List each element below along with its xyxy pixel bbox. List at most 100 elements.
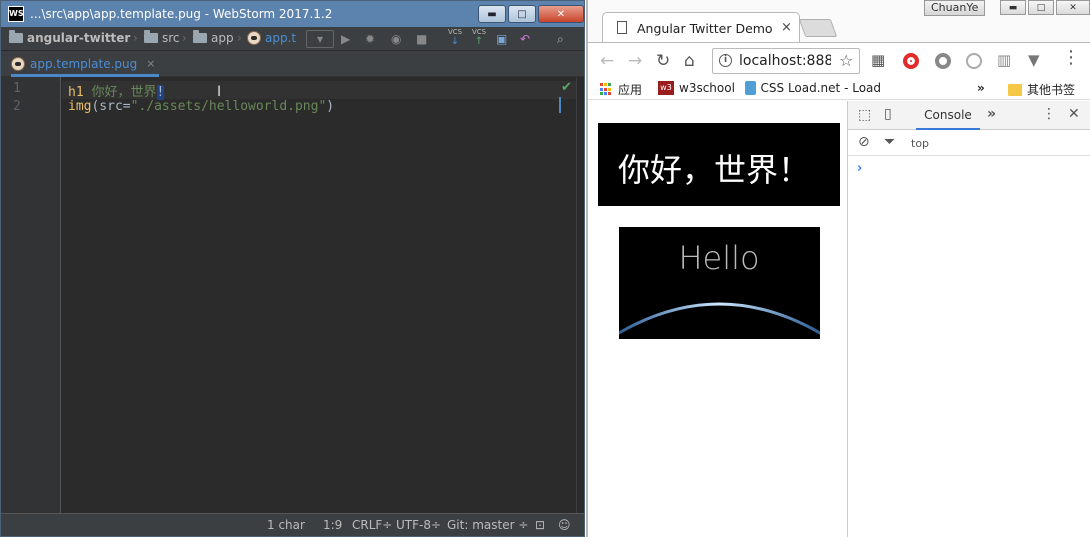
maximize-button[interactable]: □ (1028, 0, 1054, 15)
apps-grid-icon (600, 83, 613, 96)
close-button[interactable]: ✕ (538, 5, 584, 23)
bookmark-cssload[interactable]: CSS Load.net - Load (745, 81, 881, 95)
vue-devtools-icon[interactable]: ▼ (1028, 51, 1040, 69)
devtools-close-icon[interactable]: ✕ (1068, 106, 1080, 122)
devtools-panel: ⬚ ▯ Console » ⋮ ✕ ⊘ ⏷ top › (847, 101, 1090, 537)
tab-app-template-pug[interactable]: app.template.pug × (11, 55, 160, 77)
hello-text: Hello (678, 239, 759, 277)
code-line-1[interactable]: h1 你好，世界! (68, 81, 165, 100)
bookmark-other-folder[interactable]: 其他书签 (1008, 81, 1075, 98)
bookmark-star-icon[interactable]: ☆ (839, 51, 853, 70)
search-icon[interactable]: ⌕ (557, 30, 564, 48)
home-icon[interactable]: ⌂ (684, 51, 695, 71)
close-button[interactable]: ✕ (1056, 0, 1090, 15)
maximize-button[interactable]: □ (508, 5, 536, 23)
new-tab-button[interactable] (798, 19, 838, 37)
chrome-toolbar: ← → ↻ ⌂ i localhost:8888 ☆ ▦ ▥ ▼ ⋮ (588, 42, 1090, 78)
tab-title: Angular Twitter Demo (637, 21, 773, 36)
scroll-marker (559, 97, 561, 113)
chrome-window-controls: ▬ □ ✕ (1000, 0, 1090, 15)
bookmark-apps[interactable]: 应用 (600, 81, 642, 98)
breadcrumb-app[interactable]: app (193, 30, 234, 45)
clear-console-icon[interactable]: ⊘ (858, 134, 870, 150)
opera-extension-icon[interactable] (903, 53, 919, 69)
caret-position[interactable]: 1:9 (323, 518, 342, 532)
folder-icon (1008, 83, 1022, 96)
devtools-more-tabs[interactable]: » (987, 106, 996, 122)
line-number: 2 (13, 99, 21, 114)
w3school-icon: w3 (658, 81, 674, 95)
helloworld-graphic: Hello (619, 227, 820, 339)
reload-icon[interactable]: ↻ (656, 51, 670, 71)
inspector-icon[interactable]: ☺ (558, 518, 571, 532)
tab-close-icon[interactable]: × (146, 57, 155, 70)
status-bar: 1 char 1:9 CRLF÷ UTF-8÷ Git: master ÷ ⊡ … (1, 513, 584, 536)
back-icon[interactable]: ← (600, 51, 614, 71)
text-cursor-icon: I (217, 84, 222, 100)
stop-icon[interactable]: ■ (416, 30, 427, 48)
filter-icon[interactable]: ⏷ (884, 134, 895, 150)
extension-panel-icon[interactable]: ▥ (997, 51, 1011, 69)
minimize-button[interactable]: ▬ (478, 5, 506, 23)
page-heading-box: 你好，世界！ (598, 123, 840, 206)
run-icon[interactable]: ▶ (341, 30, 350, 48)
editor-scrollbar[interactable] (576, 77, 584, 513)
revert-icon[interactable]: ↶ (520, 30, 530, 48)
info-icon[interactable]: i (719, 54, 732, 67)
devtools-menu-icon[interactable]: ⋮ (1042, 106, 1056, 122)
page-viewport: 你好，世界！ Hello (588, 101, 847, 537)
breadcrumb-src[interactable]: src (144, 30, 180, 45)
console-toolbar: ⊘ ⏷ top (848, 130, 1090, 156)
pug-file-icon (11, 56, 25, 71)
breadcrumb-separator: › (182, 31, 187, 45)
minimize-button[interactable]: ▬ (1000, 0, 1026, 15)
line-separator[interactable]: CRLF÷ (352, 518, 392, 532)
folder-icon (193, 30, 207, 43)
editor-tabs: app.template.pug × (1, 51, 584, 77)
inspect-element-icon[interactable]: ⬚ (858, 107, 871, 123)
tab-close-icon[interactable]: × (781, 20, 792, 35)
file-encoding[interactable]: UTF-8÷ (396, 518, 441, 532)
webstorm-logo: WS (8, 6, 24, 22)
coverage-icon[interactable]: ◉ (391, 30, 401, 48)
profile-button[interactable]: ChuanYe (924, 0, 986, 16)
folder-icon (144, 30, 158, 43)
vcs-commit-icon[interactable]: VCS ↑ (470, 28, 488, 48)
git-branch[interactable]: Git: master ÷ (447, 518, 528, 532)
devtools-tabbar: ⬚ ▯ Console » ⋮ ✕ (848, 101, 1090, 130)
vcs-update-icon[interactable]: VCS ↓ (446, 28, 464, 48)
page-icon (617, 21, 627, 34)
console-prompt[interactable]: › (857, 161, 862, 176)
qr-code-icon[interactable]: ▦ (871, 51, 885, 69)
bookmarks-overflow-button[interactable]: » (977, 81, 985, 95)
bookmark-w3school[interactable]: w3 w3school (658, 81, 735, 95)
lock-icon[interactable]: ⊡ (535, 518, 545, 532)
bookmarks-bar: 应用 w3 w3school CSS Load.net - Load » 其他书… (588, 78, 1090, 100)
selection-count: 1 char (267, 518, 305, 532)
line-number: 1 (13, 81, 21, 96)
context-selector[interactable]: top (911, 137, 929, 150)
pug-file-icon (247, 31, 261, 45)
breadcrumb-separator: › (133, 31, 138, 45)
debug-icon[interactable]: ✹ (365, 30, 375, 48)
vcs-history-icon[interactable]: ▣ (496, 30, 507, 48)
chrome-menu-icon[interactable]: ⋮ (1062, 47, 1080, 68)
address-bar[interactable]: i localhost:8888 ☆ (712, 48, 860, 74)
extension-dashed-icon[interactable] (966, 53, 982, 69)
run-config-dropdown[interactable]: ▾ (306, 30, 334, 48)
extension-circle-icon[interactable] (935, 53, 951, 69)
url-text[interactable]: localhost:8888 (739, 53, 831, 69)
chrome-titlebar: Angular Twitter Demo × ChuanYe ▬ □ ✕ (588, 0, 1090, 42)
tab-console[interactable]: Console (916, 101, 980, 130)
code-line-2[interactable]: img(src="./assets/helloworld.png") (68, 99, 334, 114)
breadcrumb-project[interactable]: angular-twitter (9, 30, 130, 45)
code-editor[interactable]: h1 你好，世界! img(src="./assets/helloworld.p… (62, 77, 576, 513)
forward-icon[interactable]: → (628, 51, 642, 71)
chrome-window: Angular Twitter Demo × ChuanYe ▬ □ ✕ ← →… (586, 0, 1090, 537)
page-heading: 你好，世界！ (618, 151, 811, 189)
browser-tab[interactable]: Angular Twitter Demo × (602, 12, 800, 42)
device-toolbar-icon[interactable]: ▯ (884, 106, 892, 122)
navigation-bar: angular-twitter › src › app › app.t ▾ ▶ … (1, 27, 584, 51)
line-number-gutter: 1 2 (1, 77, 61, 513)
breadcrumb-file[interactable]: app.t (247, 31, 296, 45)
